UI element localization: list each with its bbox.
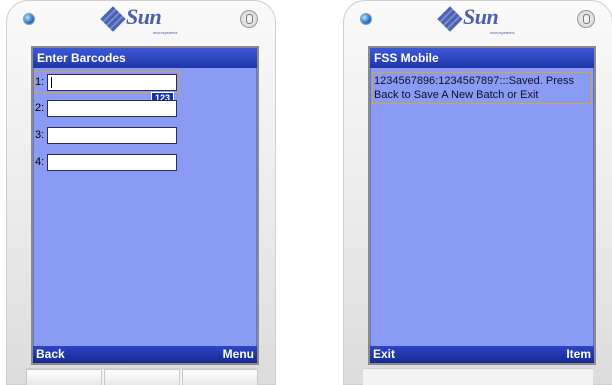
barcode-input-4[interactable] — [47, 153, 177, 171]
status-led-icon — [24, 14, 34, 24]
barcode-row-4: 4: — [35, 152, 177, 172]
softkey-bar: Exit Item — [370, 346, 594, 363]
status-message: 1234567896:1234567897:::Saved. Press Bac… — [372, 72, 592, 104]
brand-name: Sun — [126, 4, 162, 29]
softkey-bar: Back Menu — [33, 346, 257, 363]
phone-keypad-top — [26, 368, 258, 385]
barcode-input-3[interactable] — [47, 126, 177, 144]
barcode-input-1[interactable] — [47, 73, 177, 91]
barcode-label-1: 1: — [35, 76, 45, 88]
sun-diamond-icon — [100, 6, 126, 32]
power-button-icon[interactable] — [240, 10, 258, 28]
softkey-exit[interactable]: Exit — [373, 346, 395, 363]
softkey-menu[interactable]: Menu — [223, 346, 254, 363]
barcode-label-4: 4: — [35, 156, 45, 168]
status-led-icon — [361, 14, 371, 24]
left-phone-emulator: Sun microsystems Enter Barcodes 1: 123 2… — [6, 0, 276, 385]
barcode-label-2: 2: — [35, 102, 45, 114]
barcode-label-3: 3: — [35, 129, 45, 141]
barcode-row-3: 3: — [35, 125, 177, 145]
brand-sub: microsystems — [490, 30, 515, 35]
power-button-icon[interactable] — [577, 10, 595, 28]
center-hardware-key[interactable] — [104, 369, 180, 385]
left-hardware-key[interactable] — [26, 369, 102, 385]
sun-logo: Sun microsystems — [433, 4, 523, 36]
sun-logo: Sun microsystems — [96, 4, 186, 36]
barcode-row-2: 2: — [35, 98, 177, 118]
brand-name: Sun — [463, 4, 499, 29]
right-phone-emulator: Sun microsystems FSS Mobile 1234567896:1… — [343, 0, 612, 385]
screen-title: FSS Mobile — [370, 48, 594, 68]
softkey-item[interactable]: Item — [566, 346, 591, 363]
phone-keypad-top — [363, 368, 593, 385]
right-hardware-key[interactable] — [182, 369, 258, 385]
sun-diamond-icon — [437, 6, 463, 32]
text-caret — [51, 76, 52, 88]
barcode-row-1: 1: — [34, 71, 180, 93]
phone-top-bar: Sun microsystems — [343, 0, 612, 42]
softkey-back[interactable]: Back — [36, 346, 65, 363]
phone-screen: FSS Mobile 1234567896:1234567897:::Saved… — [368, 46, 596, 365]
brand-sub: microsystems — [153, 30, 178, 35]
barcode-input-2[interactable] — [47, 99, 177, 117]
screen-title: Enter Barcodes — [33, 48, 257, 68]
phone-top-bar: Sun microsystems — [6, 0, 276, 42]
phone-screen: Enter Barcodes 1: 123 2: 3: 4: Back Menu — [31, 46, 259, 365]
